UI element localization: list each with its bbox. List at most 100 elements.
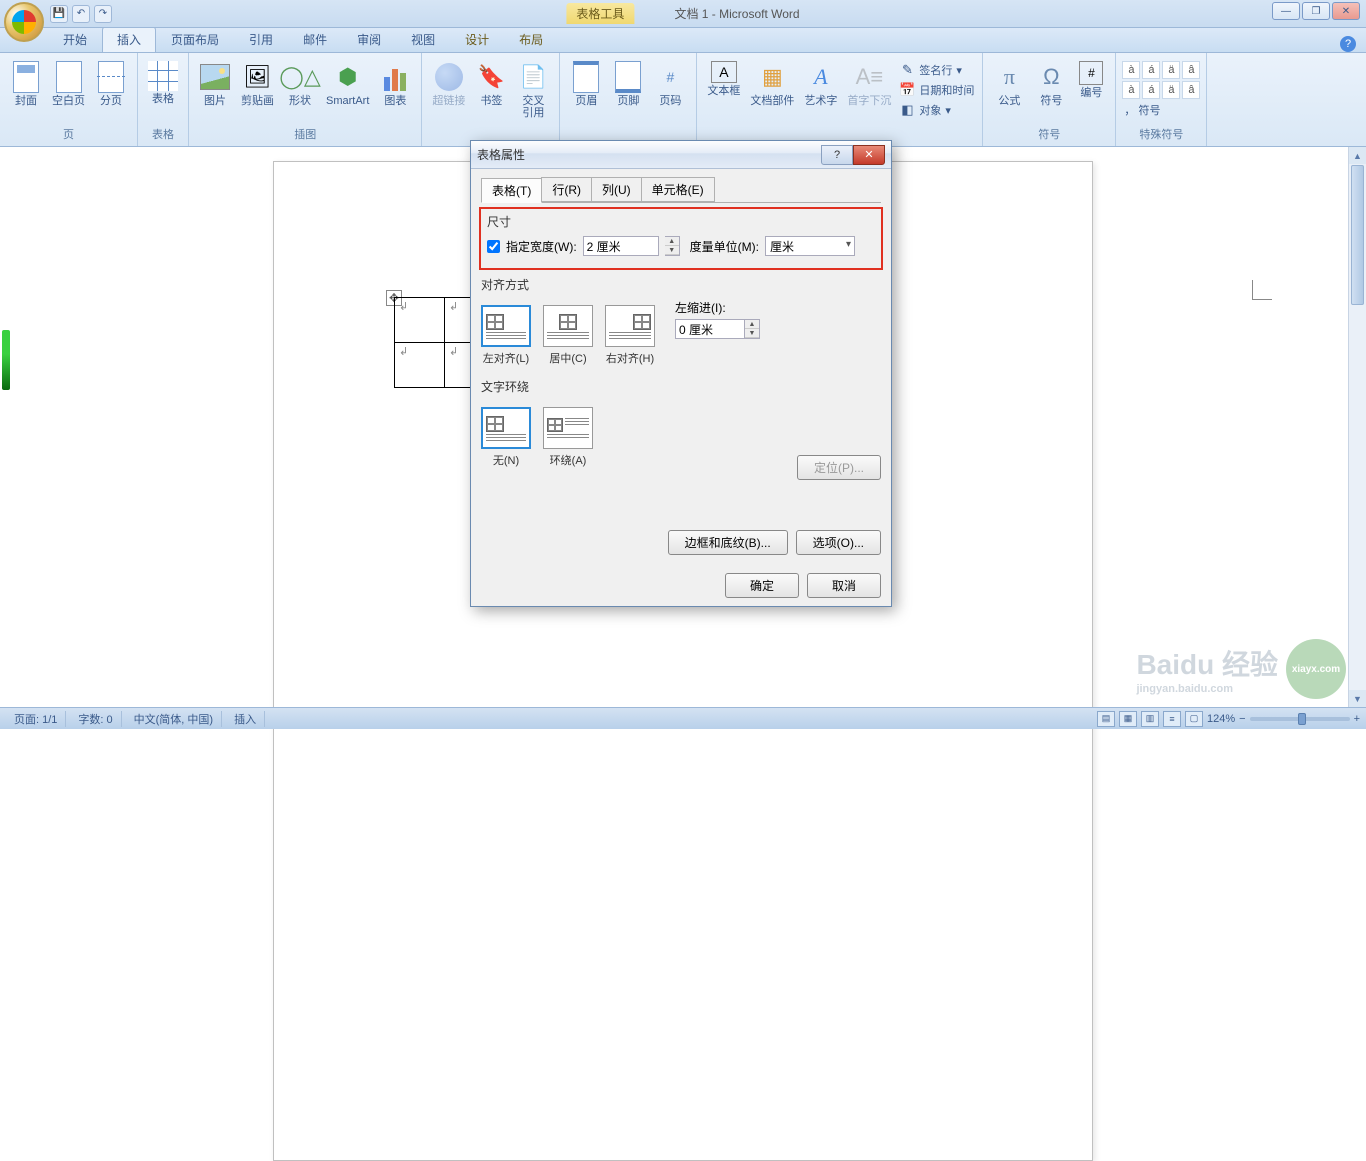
tab-references[interactable]: 引用 [234,26,288,52]
special-symbol-grid[interactable]: à á ä â à á ä â [1122,61,1200,99]
tab-mailings[interactable]: 邮件 [288,26,342,52]
align-center-option[interactable]: 居中(C) [543,305,593,366]
preferred-width-checkbox[interactable] [487,240,500,253]
equation-button[interactable]: π公式 [989,59,1029,109]
view-fullscreen-icon[interactable]: ▦ [1119,711,1137,727]
contextual-tab-label: 表格工具 [566,3,634,24]
unit-select[interactable]: 厘米 [765,236,855,256]
vertical-scrollbar[interactable]: ▲ ▼ [1348,147,1366,707]
dialog-close-button[interactable]: ✕ [853,145,885,165]
dialog-tab-cell[interactable]: 单元格(E) [641,177,715,202]
minimize-button[interactable]: — [1272,2,1300,20]
size-section-highlight: 尺寸 指定宽度(W): ▲▼ 度量单位(M): 厘米 [479,207,883,270]
status-mode[interactable]: 插入 [226,711,265,727]
tab-review[interactable]: 审阅 [342,26,396,52]
status-language[interactable]: 中文(简体, 中国) [126,711,222,727]
pagenumber-button[interactable]: #页码 [650,59,690,109]
tab-home[interactable]: 开始 [48,26,102,52]
dropcap-button[interactable]: A≡首字下沉 [843,59,895,109]
qat-redo-icon[interactable]: ↷ [94,5,112,23]
wordart-button[interactable]: A艺术字 [800,59,841,109]
hyperlink-button[interactable]: 超链接 [428,59,469,109]
crossref-button[interactable]: 📄交叉 引用 [513,59,553,121]
footer-button[interactable]: 页脚 [608,59,648,109]
size-label: 尺寸 [487,213,875,230]
dialog-help-button[interactable]: ? [821,145,853,165]
scroll-thumb[interactable] [1351,165,1364,305]
tab-insert[interactable]: 插入 [102,26,156,52]
blank-page-button[interactable]: 空白页 [48,59,89,109]
close-button[interactable]: ✕ [1332,2,1360,20]
page-break-button[interactable]: 分页 [91,59,131,109]
wrap-none-option[interactable]: 无(N) [481,407,531,468]
help-icon[interactable]: ? [1340,36,1356,52]
watermark: Baidu 经验 jingyan.baidu.com xiayx.com [1136,639,1346,699]
header-button[interactable]: 页眉 [566,59,606,109]
tab-design[interactable]: 设计 [450,26,504,52]
tab-layout[interactable]: 布局 [504,26,558,52]
symbol-button[interactable]: Ω符号 [1031,59,1071,109]
office-button[interactable] [4,2,44,42]
preferred-width-input[interactable] [583,236,659,256]
options-button[interactable]: 选项(O)... [796,530,881,555]
tab-view[interactable]: 视图 [396,26,450,52]
alignment-label: 对齐方式 [481,276,881,293]
width-spinner[interactable]: ▲▼ [665,236,680,256]
dialog-tab-row[interactable]: 行(R) [541,177,592,202]
shapes-button[interactable]: ◯△形状 [280,59,320,109]
ribbon-group-symbols: π公式 Ω符号 #编号 符号 [983,53,1116,146]
group-label-pages: 页 [6,124,131,144]
zoom-slider[interactable] [1250,717,1350,721]
positioning-button[interactable]: 定位(P)... [797,455,881,480]
quick-access-toolbar: 💾 ↶ ↷ [50,5,112,23]
qat-undo-icon[interactable]: ↶ [72,5,90,23]
status-words[interactable]: 字数: 0 [70,711,121,727]
dialog-titlebar[interactable]: 表格属性 ? ✕ [471,141,891,169]
picture-button[interactable]: 图片 [195,59,235,109]
indent-spinner[interactable]: ▲▼ [745,319,760,339]
margin-corner-icon [1252,280,1272,300]
quickparts-button[interactable]: ▦文档部件 [746,59,798,109]
qat-save-icon[interactable]: 💾 [50,5,68,23]
group-label-special: 特殊符号 [1122,124,1200,144]
object-button[interactable]: ◧对象 ▾ [897,101,976,119]
clipart-button[interactable]: 🖼剪贴画 [237,59,278,109]
align-right-option[interactable]: 右对齐(H) [605,305,655,366]
dialog-tab-table[interactable]: 表格(T) [481,178,542,203]
textbox-button[interactable]: A文本框 [703,59,744,99]
ribbon-group-special: à á ä â à á ä â ， 符号 特殊符号 [1116,53,1207,146]
zoom-plus-icon[interactable]: + [1354,713,1360,725]
ribbon-group-links: 超链接 🔖书签 📄交叉 引用 [422,53,560,146]
wrap-label: 文字环绕 [481,378,881,395]
ribbon-group-headerfooter: 页眉 页脚 #页码 [560,53,697,146]
table-button[interactable]: 表格 [144,59,182,107]
wrap-around-option[interactable]: 环绕(A) [543,407,593,468]
dialog-title: 表格属性 [477,146,821,163]
ok-button[interactable]: 确定 [725,573,799,598]
view-web-icon[interactable]: ▥ [1141,711,1159,727]
indent-input[interactable] [675,319,745,339]
align-left-option[interactable]: 左对齐(L) [481,305,531,366]
indent-label: 左缩进(I): [675,299,760,316]
zoom-label[interactable]: 124% [1207,713,1235,725]
chart-button[interactable]: 图表 [375,59,415,109]
tab-pagelayout[interactable]: 页面布局 [156,26,234,52]
borders-shading-button[interactable]: 边框和底纹(B)... [668,530,788,555]
view-outline-icon[interactable]: ≡ [1163,711,1181,727]
scroll-up-icon[interactable]: ▲ [1349,147,1366,164]
view-draft-icon[interactable]: ▢ [1185,711,1203,727]
view-print-icon[interactable]: ▤ [1097,711,1115,727]
cover-page-button[interactable]: 封面 [6,59,46,109]
restore-button[interactable]: ❐ [1302,2,1330,20]
smartart-button[interactable]: ⬢SmartArt [322,59,373,109]
signature-line-button[interactable]: ✎签名行 ▾ [897,61,976,79]
bookmark-button[interactable]: 🔖书签 [471,59,511,109]
scroll-down-icon[interactable]: ▼ [1349,690,1366,707]
datetime-button[interactable]: 📅日期和时间 [897,81,976,99]
status-page[interactable]: 页面: 1/1 [6,711,66,727]
cancel-button[interactable]: 取消 [807,573,881,598]
zoom-minus-icon[interactable]: − [1239,713,1245,725]
more-symbols-button[interactable]: ， 符号 [1122,101,1200,119]
number-button[interactable]: #编号 [1073,59,1109,101]
dialog-tab-column[interactable]: 列(U) [591,177,642,202]
